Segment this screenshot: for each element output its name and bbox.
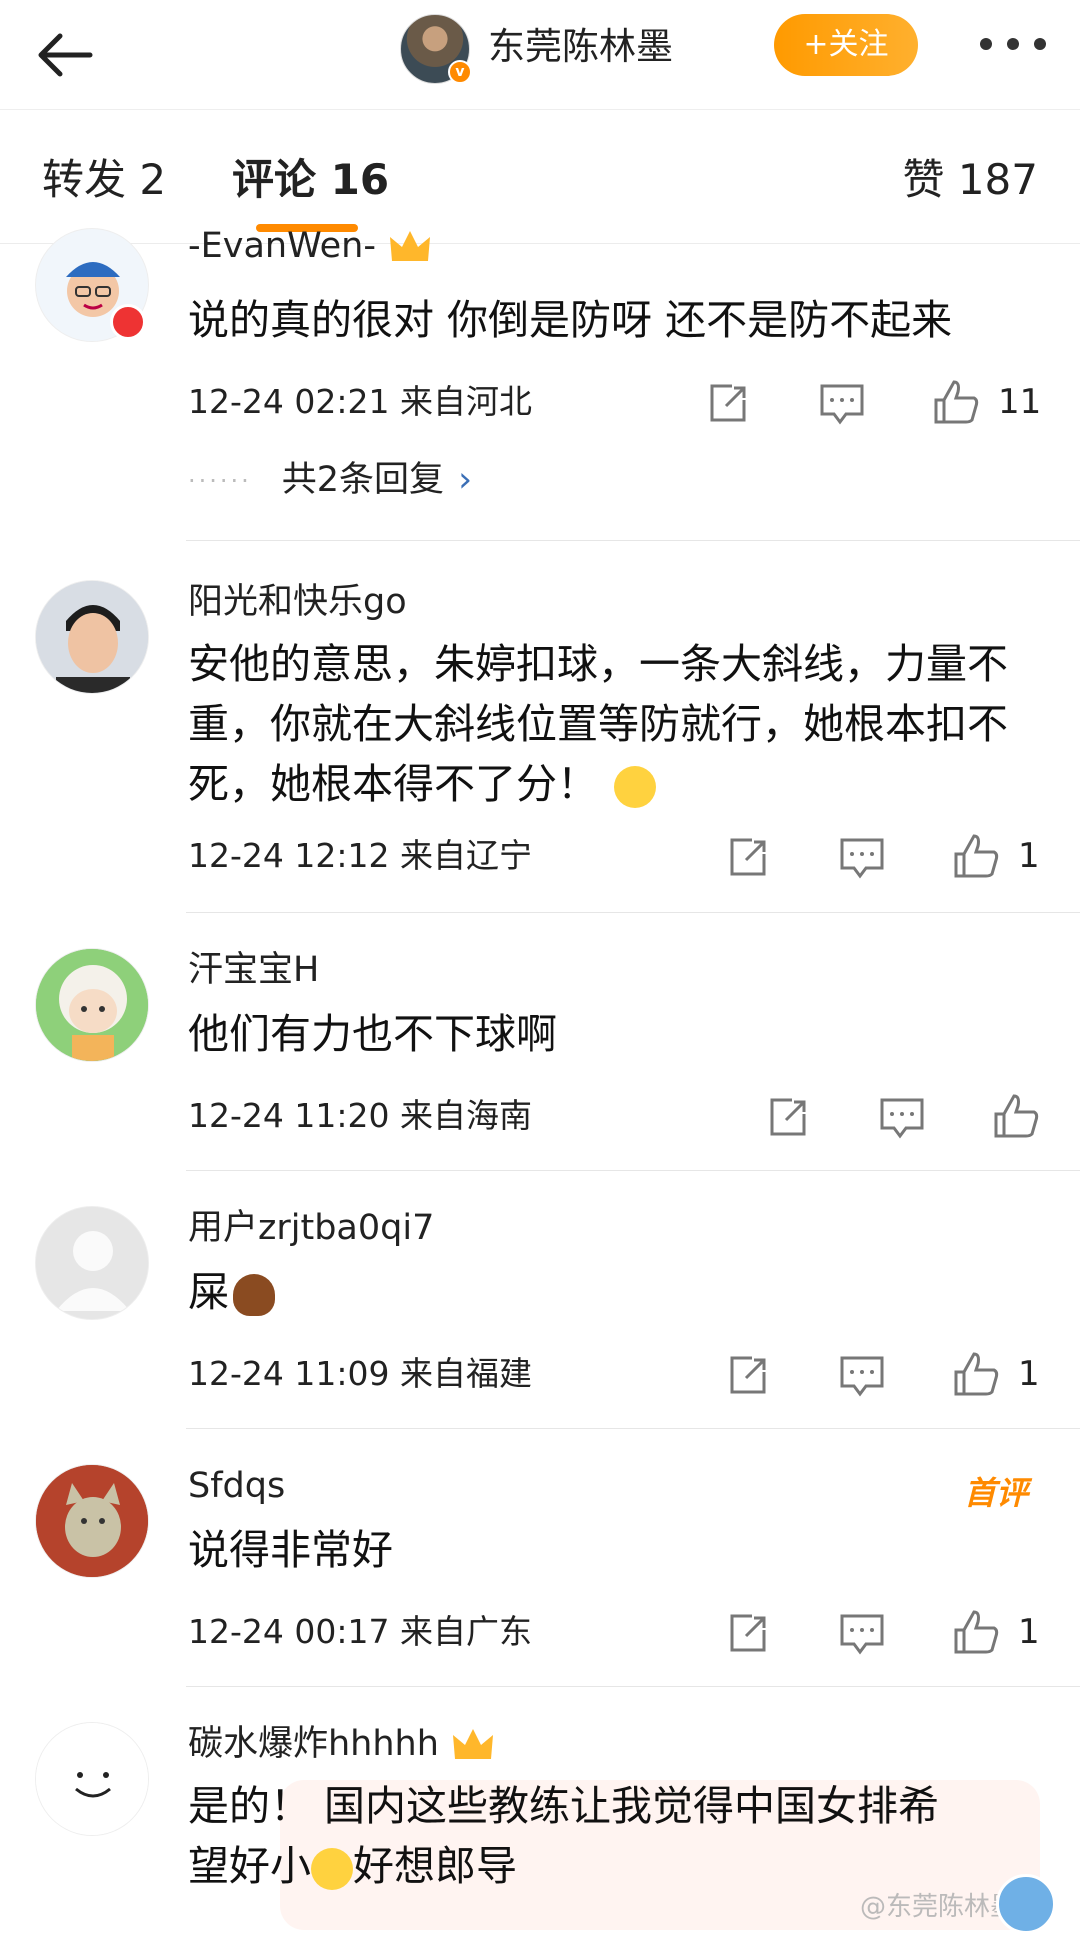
like-icon[interactable] bbox=[950, 1348, 1002, 1402]
like-count: 11 bbox=[998, 382, 1042, 422]
back-arrow-icon[interactable] bbox=[30, 20, 100, 90]
comment-item: 用户zrjtba0qi7 屎 12-24 11:09 来自福建 1 bbox=[0, 1206, 1080, 1429]
tab-like[interactable]: 赞 187 bbox=[902, 152, 1038, 208]
divider bbox=[186, 1428, 1080, 1429]
share-icon[interactable] bbox=[762, 1090, 814, 1144]
tab-repost[interactable]: 转发 2 bbox=[42, 152, 166, 208]
member-badge-icon bbox=[110, 304, 146, 340]
comment-meta: 12-24 11:09 来自福建 bbox=[188, 1354, 532, 1393]
username[interactable]: Sfdqs bbox=[188, 1464, 285, 1508]
more-options-icon[interactable] bbox=[980, 30, 1046, 58]
username[interactable]: 碳水爆炸hhhhh bbox=[188, 1722, 497, 1766]
comment-actions: 11 bbox=[702, 376, 1042, 430]
comment-actions: 1 bbox=[722, 830, 1042, 884]
reply-icon[interactable] bbox=[836, 830, 888, 884]
author-name[interactable]: 东莞陈林墨 bbox=[488, 20, 673, 74]
crown-badge-icon bbox=[386, 227, 434, 267]
comment-actions: 1 bbox=[722, 1606, 1042, 1660]
share-icon[interactable] bbox=[702, 376, 754, 430]
laugh-cry-emoji-icon bbox=[614, 766, 656, 808]
avatar[interactable] bbox=[35, 948, 149, 1062]
comment-meta: 12-24 00:17 来自广东 bbox=[188, 1612, 532, 1651]
comment-text: 屎 bbox=[188, 1262, 1048, 1322]
comment-item: Sfdqs 首评 说得非常好 12-24 00:17 来自广东 1 bbox=[0, 1464, 1080, 1687]
comment-meta: 12-24 11:20 来自海南 bbox=[188, 1096, 532, 1135]
comment-item: 汗宝宝H 他们有力也不下球啊 12-24 11:20 来自海南 bbox=[0, 948, 1080, 1171]
first-comment-tag: 首评 bbox=[963, 1474, 1028, 1512]
crown-badge-icon bbox=[449, 1725, 497, 1765]
share-icon[interactable] bbox=[722, 1606, 774, 1660]
divider bbox=[186, 912, 1080, 913]
like-icon[interactable] bbox=[950, 1606, 1002, 1660]
like-icon[interactable] bbox=[990, 1090, 1042, 1144]
username[interactable]: 用户zrjtba0qi7 bbox=[188, 1206, 434, 1250]
avatar[interactable] bbox=[35, 1722, 149, 1836]
like-count: 1 bbox=[1018, 1354, 1040, 1394]
comment-meta: 12-24 02:21 来自河北 bbox=[188, 382, 532, 421]
tab-bar: 转发 2 评论 16 赞 187 bbox=[0, 110, 1080, 244]
reply-icon[interactable] bbox=[876, 1090, 928, 1144]
comment-text: 安他的意思，朱婷扣球，一条大斜线，力量不重，你就在大斜线位置等防就行，她根本扣不… bbox=[188, 640, 1008, 808]
comment-text: 说得非常好 bbox=[188, 1526, 393, 1574]
reply-icon[interactable] bbox=[836, 1606, 888, 1660]
comment-text: 是的！ 国内这些教练让我觉得中国女排希 望好小 好想郎导 bbox=[188, 1782, 940, 1890]
divider bbox=[186, 540, 1080, 541]
share-icon[interactable] bbox=[722, 830, 774, 884]
username[interactable]: -EvanWen- bbox=[188, 224, 434, 268]
avatar[interactable] bbox=[35, 580, 149, 694]
like-count: 1 bbox=[1018, 1612, 1040, 1652]
like-count: 1 bbox=[1018, 836, 1040, 876]
avatar[interactable] bbox=[35, 1464, 149, 1578]
floating-mascot-icon[interactable] bbox=[996, 1874, 1056, 1934]
comment-meta: 12-24 12:12 来自辽宁 bbox=[188, 836, 532, 875]
crying-emoji-icon bbox=[311, 1848, 353, 1890]
reply-summary[interactable]: ······ 共2条回复 › bbox=[188, 458, 472, 503]
like-icon[interactable] bbox=[930, 376, 982, 430]
comment-actions: 1 bbox=[722, 1348, 1042, 1402]
verified-badge-icon: v bbox=[448, 60, 472, 84]
divider bbox=[186, 1686, 1080, 1687]
follow-button[interactable]: +关注 bbox=[774, 14, 918, 76]
reply-icon[interactable] bbox=[836, 1348, 888, 1402]
reply-icon[interactable] bbox=[816, 376, 868, 430]
comment-text: 他们有力也不下球啊 bbox=[188, 1010, 557, 1058]
top-bar: v 东莞陈林墨 +关注 bbox=[0, 0, 1080, 110]
tab-comment[interactable]: 评论 16 bbox=[232, 152, 389, 208]
like-icon[interactable] bbox=[950, 830, 1002, 884]
comment-actions bbox=[762, 1090, 1042, 1144]
watermark: @东莞陈林墨 bbox=[860, 1892, 1017, 1922]
divider bbox=[186, 1170, 1080, 1171]
avatar[interactable] bbox=[35, 1206, 149, 1320]
share-icon[interactable] bbox=[722, 1348, 774, 1402]
username[interactable]: 阳光和快乐go bbox=[188, 580, 407, 624]
comment-text: 说的真的很对 你倒是防呀 还不是防不起来 bbox=[188, 296, 953, 344]
username[interactable]: 汗宝宝H bbox=[188, 948, 319, 992]
poop-emoji-icon bbox=[233, 1274, 275, 1316]
comment-item: -EvanWen- 说的真的很对 你倒是防呀 还不是防不起来 12-24 02:… bbox=[0, 226, 1080, 541]
comment-item: 阳光和快乐go 安他的意思，朱婷扣球，一条大斜线，力量不重，你就在大斜线位置等防… bbox=[0, 580, 1080, 913]
